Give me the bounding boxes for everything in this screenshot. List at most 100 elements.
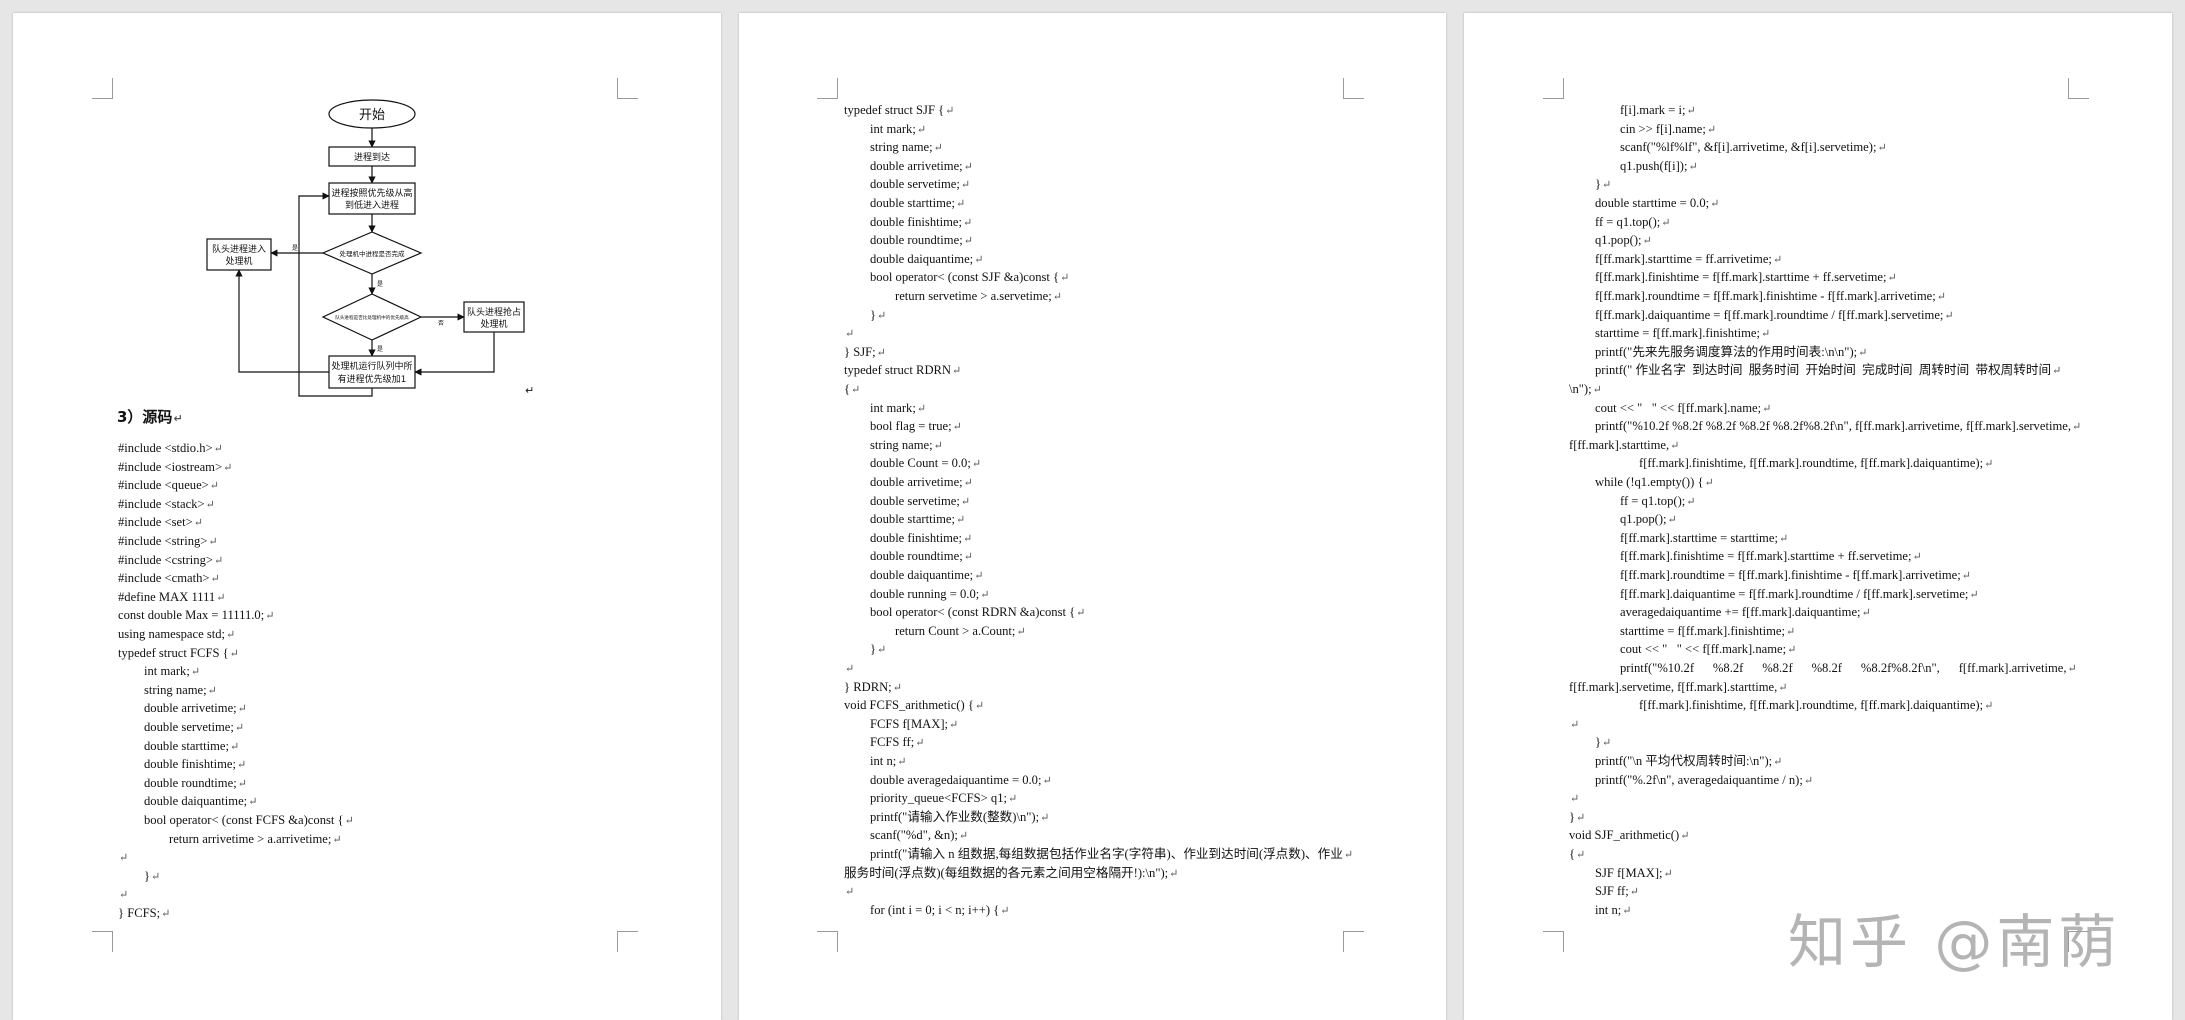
code-line: cin >> f[i].name;↵ xyxy=(1620,121,1717,136)
margin-corner-mark xyxy=(92,931,113,952)
code-line: f[ff.mark].starttime,↵ xyxy=(1569,437,1680,452)
pilcrow-mark: ↵ xyxy=(956,198,966,210)
code-line: {↵ xyxy=(1569,847,1586,861)
code-line: double roundtime;↵ xyxy=(870,233,973,248)
pilcrow-mark: ↵ xyxy=(237,703,247,716)
pilcrow-mark: ↵ xyxy=(1772,253,1783,266)
code-line: string name;↵ xyxy=(870,437,943,452)
pilcrow-mark: ↵ xyxy=(876,346,886,359)
pilcrow-mark: ↵ xyxy=(963,532,973,545)
code-line: }↵ xyxy=(1569,809,1586,824)
code-line: ↵ xyxy=(118,885,128,905)
pilcrow-mark: ↵ xyxy=(1861,607,1871,620)
flow-start-label: 开始 xyxy=(359,108,385,123)
code-line: q1.pop();↵ xyxy=(1620,512,1677,527)
flow-head-to-cpu-label: 处理机 xyxy=(225,255,252,267)
pilcrow-mark: ↵ xyxy=(2052,365,2062,378)
code-line: #include <stdio.h>↵ xyxy=(118,441,223,455)
document-page-3: f[i].mark = i;↵ cin >> f[i].name;↵ scanf("… xyxy=(1464,13,2172,1020)
pilcrow-mark: ↵ xyxy=(226,629,236,641)
pilcrow-mark: ↵ xyxy=(1688,160,1698,173)
code-line: f[ff.mark].starttime = ff.arrivetime;↵ xyxy=(1595,251,1783,266)
code-line: double finishtime;↵ xyxy=(144,757,247,772)
code-line: double running = 0.0;↵ xyxy=(870,586,990,601)
code-line: return Count > a.Count;↵ xyxy=(895,623,1026,638)
pilcrow-mark: ↵ xyxy=(974,700,985,713)
code-line: printf("请输入 n 组数据,每组数据包括作业名字(字符串)、作业到达时间… xyxy=(870,847,1354,861)
pilcrow-mark: ↵ xyxy=(1060,272,1070,285)
pilcrow-mark: ↵ xyxy=(1661,216,1671,229)
code-line: using namespace std;↵ xyxy=(118,627,236,641)
pilcrow-mark: ↵ xyxy=(1944,309,1954,322)
pilcrow-mark: ↵ xyxy=(1969,588,1979,601)
pilcrow-mark: ↵ xyxy=(952,365,962,378)
code-line: string name;↵ xyxy=(870,140,943,155)
pilcrow-mark: ↵ xyxy=(1887,272,1897,285)
code-line: int mark;↵ xyxy=(870,400,927,415)
pilcrow-mark: ↵ xyxy=(216,591,226,604)
pilcrow-mark: ↵ xyxy=(1912,551,1922,564)
pilcrow-mark: ↵ xyxy=(1169,867,1179,880)
pilcrow-mark: ↵ xyxy=(1984,458,1994,471)
pilcrow-mark: ↵ xyxy=(248,796,258,809)
margin-corner-mark xyxy=(1543,78,1564,99)
code-line: double arrivetime;↵ xyxy=(144,701,247,716)
code-line: bool flag = true;↵ xyxy=(870,419,962,434)
priority-scheduling-flowchart: 开始 进程到达 进程按照优先级从高 到低进入进程 处理机中进程是否完成 队头进程… xyxy=(206,99,534,397)
code-line: printf("%.2f\n", averagedaiquantime / n)… xyxy=(1595,772,1814,787)
code-line: scanf("%lf%lf", &f[i].arrivetime, &f[i].… xyxy=(1620,140,1887,155)
flow-head-preempt-label: 队头进程抢占 xyxy=(467,306,521,318)
pilcrow-mark: ↵ xyxy=(214,554,224,567)
pilcrow-mark: ↵ xyxy=(980,588,990,601)
pilcrow-mark: ↵ xyxy=(1663,867,1673,880)
pilcrow-mark: ↵ xyxy=(971,458,982,471)
pilcrow-mark: ↵ xyxy=(897,756,907,768)
code-line: printf("先来先服务调度算法的作用时间表:\n\n");↵ xyxy=(1595,344,1868,359)
code-line: int n;↵ xyxy=(870,754,907,768)
pilcrow-mark: ↵ xyxy=(845,886,855,899)
code-line: }↵ xyxy=(870,642,887,657)
pilcrow-mark: ↵ xyxy=(161,908,171,920)
pilcrow-mark: ↵ xyxy=(237,759,247,772)
pilcrow-mark: ↵ xyxy=(210,573,220,586)
pilcrow-mark: ↵ xyxy=(1343,849,1354,861)
pilcrow-mark: ↵ xyxy=(974,570,984,582)
pilcrow-mark: ↵ xyxy=(949,718,959,731)
code-line: cout << " " << f[ff.mark].name;↵ xyxy=(1595,400,1772,415)
code-line: ff = q1.top();↵ xyxy=(1595,214,1671,229)
flow-yes-label: 是 xyxy=(377,281,383,288)
code-line: f[ff.mark].starttime = starttime;↵ xyxy=(1620,530,1789,545)
pilcrow-mark: ↵ xyxy=(344,815,354,827)
code-line: {↵ xyxy=(844,382,861,396)
code-line: ↵ xyxy=(844,659,854,679)
flow-yes-label: 是 xyxy=(292,245,298,252)
flow-running-label: 处理机运行队列中所 xyxy=(331,360,412,372)
pilcrow-mark: ↵ xyxy=(933,142,943,155)
flow-head-preempt-label: 处理机 xyxy=(480,318,507,330)
pilcrow-mark: ↵ xyxy=(1016,625,1026,638)
pilcrow-mark: ↵ xyxy=(963,551,973,564)
pilcrow-mark: ↵ xyxy=(1785,625,1796,638)
code-line: } FCFS;↵ xyxy=(118,906,171,920)
pilcrow-mark: ↵ xyxy=(1984,700,1994,713)
pilcrow-mark: ↵ xyxy=(952,421,962,434)
pilcrow-mark: ↵ xyxy=(265,610,275,623)
pilcrow-mark: ↵ xyxy=(1042,774,1052,787)
code-line: printf(" 作业名字 到达时间 服务时间 开始时间 完成时间 周转时间 带… xyxy=(1595,363,2062,378)
code-line: } SJF;↵ xyxy=(844,344,886,359)
pilcrow-mark: ↵ xyxy=(208,536,218,548)
pilcrow-mark: ↵ xyxy=(956,514,966,527)
flow-yes-label: 是 xyxy=(377,346,383,353)
code-line: ff = q1.top();↵ xyxy=(1620,493,1696,508)
pilcrow-mark: ↵ xyxy=(963,216,973,229)
code-line: f[ff.mark].finishtime = f[ff.mark].start… xyxy=(1595,270,1897,285)
pilcrow-mark: ↵ xyxy=(1686,495,1696,508)
code-line: string name;↵ xyxy=(144,682,217,697)
pilcrow-mark: ↵ xyxy=(963,235,973,248)
pilcrow-mark: ↵ xyxy=(1576,849,1586,861)
pilcrow-mark: ↵ xyxy=(2071,421,2082,434)
pilcrow-mark: ↵ xyxy=(1778,532,1789,545)
code-line: f[ff.mark].daiquantime = f[ff.mark].roun… xyxy=(1620,586,1979,601)
code-line: double starttime;↵ xyxy=(870,512,966,527)
pilcrow-mark: ↵ xyxy=(892,681,902,694)
